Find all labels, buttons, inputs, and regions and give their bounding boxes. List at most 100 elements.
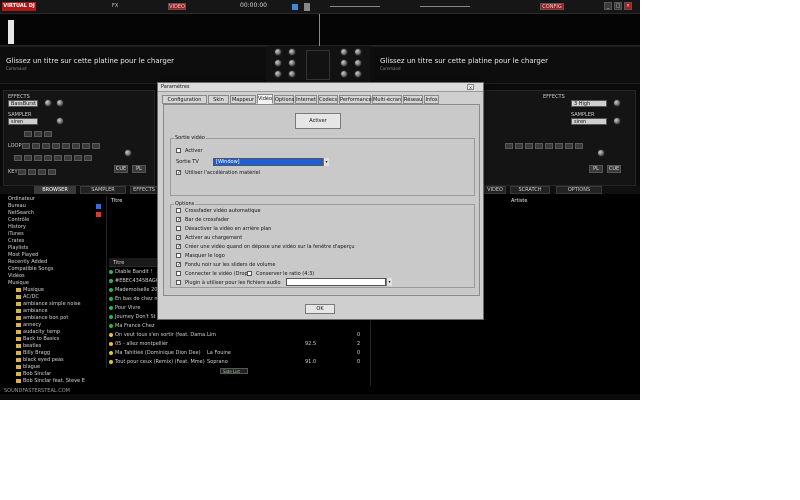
tree-item[interactable]: Bob Sinclar bbox=[2, 371, 92, 378]
output-select-arrow-icon[interactable]: ▾ bbox=[323, 158, 329, 166]
loop-btn-2[interactable] bbox=[32, 143, 40, 149]
dialog-tab[interactable]: Performances bbox=[339, 95, 374, 104]
tree-item[interactable]: Musique bbox=[2, 287, 92, 294]
dialog-tab[interactable]: Skin bbox=[208, 95, 229, 104]
volume-faders[interactable] bbox=[306, 50, 330, 80]
tree-item[interactable]: Bureau bbox=[2, 203, 92, 210]
hotcue-1[interactable] bbox=[14, 155, 22, 161]
play-small-left[interactable] bbox=[24, 131, 32, 137]
tab-sampler[interactable]: SAMPLER bbox=[80, 186, 126, 194]
tree-item[interactable]: ambiance bbox=[2, 308, 92, 315]
activate-button[interactable]: Activer bbox=[295, 113, 341, 129]
option-checkbox[interactable]: ✓ bbox=[176, 217, 181, 223]
plugin-checkbox[interactable] bbox=[176, 280, 181, 285]
dialog-close-icon[interactable]: × bbox=[467, 84, 474, 90]
sampler-knob-right[interactable] bbox=[613, 117, 621, 125]
table-row[interactable]: Tout pour ceux (Remix) (Feat. Mme) Sopran… bbox=[109, 358, 367, 366]
effect-select-right[interactable]: 3 High Quality bbox=[571, 100, 607, 113]
close-icon[interactable]: × bbox=[624, 2, 632, 10]
fx-menu[interactable]: FX bbox=[112, 3, 118, 9]
loop-btn-7[interactable] bbox=[82, 143, 90, 149]
tree-item[interactable]: Musique bbox=[2, 280, 92, 287]
hotcue-4[interactable] bbox=[44, 155, 52, 161]
tree-item[interactable]: audacity_temp bbox=[2, 329, 92, 336]
option-checkbox[interactable] bbox=[176, 226, 181, 231]
tree-item[interactable]: ambiance bon pot bbox=[2, 315, 92, 322]
ok-button[interactable]: OK bbox=[305, 304, 335, 314]
loop-r-3[interactable] bbox=[525, 143, 533, 149]
loop-btn-4[interactable] bbox=[52, 143, 60, 149]
eq-mid-left-knob[interactable] bbox=[274, 59, 282, 67]
eq-low-left-knob[interactable] bbox=[274, 70, 282, 78]
sampler-knob-left[interactable] bbox=[56, 117, 64, 125]
hotcue-6[interactable] bbox=[64, 155, 72, 161]
side-icon-2[interactable] bbox=[96, 212, 101, 217]
gain2-left-knob[interactable] bbox=[288, 59, 296, 67]
tree-item[interactable]: Ordinateur bbox=[2, 196, 92, 203]
eq-mid-right-knob[interactable] bbox=[340, 59, 348, 67]
option-checkbox[interactable]: ✓ bbox=[176, 262, 181, 268]
volume-slider-left[interactable] bbox=[8, 20, 14, 44]
option-checkbox[interactable] bbox=[176, 253, 181, 258]
dialog-tab[interactable]: Internet bbox=[295, 95, 317, 104]
tab-scratch[interactable]: SCRATCH bbox=[510, 186, 550, 194]
tree-item[interactable]: Playlists bbox=[2, 245, 92, 252]
loop-r-1[interactable] bbox=[505, 143, 513, 149]
option-checkbox[interactable] bbox=[176, 208, 181, 213]
hotcue-7[interactable] bbox=[74, 155, 82, 161]
table-row[interactable]: Ma France Chez bbox=[109, 322, 367, 330]
gain3-left-knob[interactable] bbox=[288, 70, 296, 78]
tree-item[interactable]: Back to Basics bbox=[2, 336, 92, 343]
loop-r-5[interactable] bbox=[545, 143, 553, 149]
eq-high-right-knob[interactable] bbox=[340, 48, 348, 56]
side-icon-1[interactable] bbox=[96, 204, 101, 209]
dialog-tab[interactable]: Réseau bbox=[403, 95, 423, 104]
config-button[interactable]: CONFIG bbox=[540, 3, 564, 10]
tree-item[interactable]: History bbox=[2, 224, 92, 231]
tree-item[interactable]: beatles bbox=[2, 343, 92, 350]
hotcue-8[interactable] bbox=[84, 155, 92, 161]
key-btn-1[interactable] bbox=[18, 169, 26, 175]
wave-icon[interactable] bbox=[292, 4, 298, 10]
stop-small-left[interactable] bbox=[34, 131, 42, 137]
effect-knob-right[interactable] bbox=[613, 99, 621, 107]
hotcue-3[interactable] bbox=[34, 155, 42, 161]
dialog-tab[interactable]: Mappeur bbox=[230, 95, 256, 104]
table-row[interactable]: On veut tous s'en sortir (feat. Dama… Lim… bbox=[109, 331, 367, 339]
deck-left-info[interactable]: Glissez un titre sur cette platine pour … bbox=[0, 46, 266, 84]
accel-checkbox[interactable]: ✓ bbox=[176, 170, 181, 176]
key-btn-4[interactable] bbox=[48, 169, 56, 175]
play-button-right[interactable]: PL bbox=[589, 165, 603, 173]
play-button-left[interactable]: PL bbox=[132, 165, 146, 173]
pitch-knob-left[interactable] bbox=[124, 149, 132, 157]
key-btn-3[interactable] bbox=[38, 169, 46, 175]
loop-r-2[interactable] bbox=[515, 143, 523, 149]
key-btn-2[interactable] bbox=[28, 169, 36, 175]
rec-small-left[interactable] bbox=[44, 131, 52, 137]
connect-checkbox[interactable] bbox=[176, 271, 181, 276]
tree-item[interactable]: Bob Sinclar feat. Steve E bbox=[2, 378, 92, 385]
hotcue-2[interactable] bbox=[24, 155, 32, 161]
loop-btn-6[interactable] bbox=[72, 143, 80, 149]
crossfader-mini-right[interactable] bbox=[420, 6, 470, 7]
dialog-tab[interactable]: Vidéo bbox=[257, 94, 273, 104]
keep-ratio-checkbox[interactable] bbox=[247, 271, 252, 276]
col-title[interactable]: Titre bbox=[113, 260, 124, 266]
table-row[interactable]: 05 - allez montpelliér 92.5 2 bbox=[109, 340, 367, 348]
effect-knob-2-left[interactable] bbox=[56, 99, 64, 107]
output-select[interactable]: [Window] bbox=[213, 158, 323, 166]
dialog-tab[interactable]: Codecs bbox=[318, 95, 338, 104]
video-top-button[interactable]: VIDEO bbox=[168, 3, 186, 10]
side-list-button[interactable]: Side List bbox=[220, 368, 248, 374]
tree-item[interactable]: AC/DC bbox=[2, 294, 92, 301]
eq-high-left-knob[interactable] bbox=[274, 48, 282, 56]
tab-options[interactable]: OPTIONS bbox=[556, 186, 602, 194]
tab-effects[interactable]: EFFECTS bbox=[130, 186, 158, 194]
loop-btn-3[interactable] bbox=[42, 143, 50, 149]
loop-r-4[interactable] bbox=[535, 143, 543, 149]
dialog-tab[interactable]: Options bbox=[274, 95, 294, 104]
eq-low-right-knob[interactable] bbox=[340, 70, 348, 78]
crossfader-mini[interactable] bbox=[330, 6, 380, 7]
enable-checkbox[interactable] bbox=[176, 148, 181, 153]
dialog-tab[interactable]: Infos bbox=[424, 95, 439, 104]
